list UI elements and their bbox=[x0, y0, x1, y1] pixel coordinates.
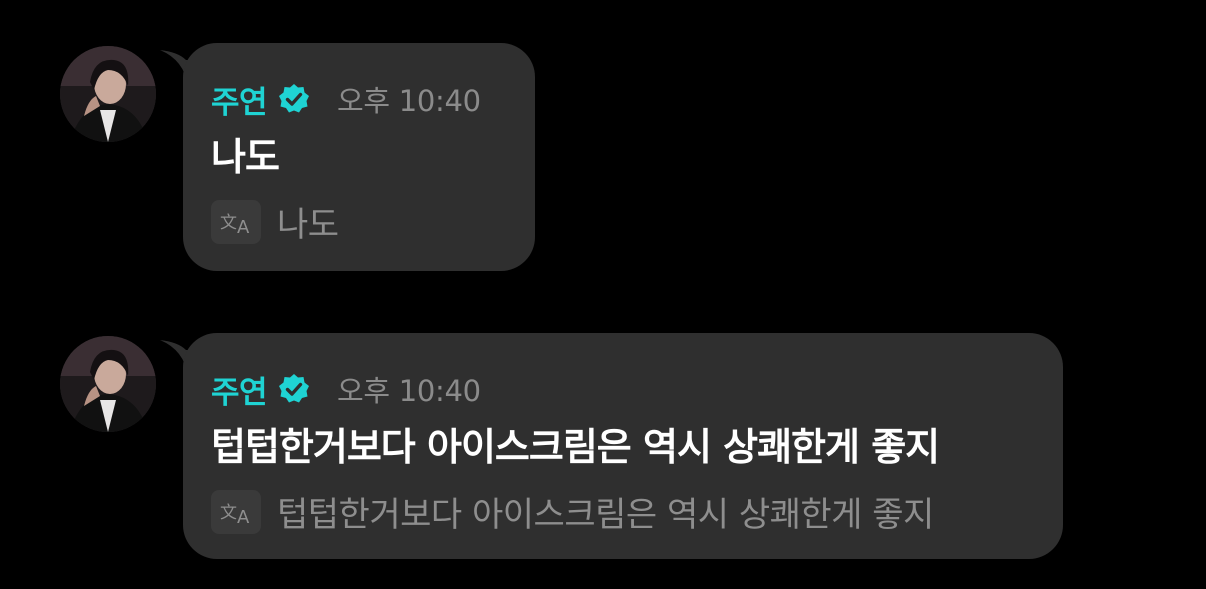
translate-icon[interactable]: 文 A bbox=[211, 489, 261, 534]
translate-icon[interactable]: 文 A bbox=[211, 199, 261, 244]
sender-name[interactable]: 주연 bbox=[211, 367, 268, 412]
sender-name[interactable]: 주연 bbox=[211, 77, 268, 122]
message-header: 주연 오후 10:40 bbox=[211, 77, 505, 122]
translation-row: 文 A 텁텁한거보다 아이스크림은 역시 상쾌한게 좋지 bbox=[211, 487, 1033, 536]
svg-text:文: 文 bbox=[220, 503, 237, 523]
translation-text: 나도 bbox=[277, 205, 339, 245]
verified-badge-icon bbox=[277, 372, 311, 406]
avatar[interactable] bbox=[60, 336, 156, 432]
timestamp: 오후 10:40 bbox=[337, 374, 481, 408]
message-text: 나도 bbox=[211, 135, 280, 179]
svg-text:A: A bbox=[237, 217, 250, 238]
translation-row: 文 A 나도 bbox=[211, 197, 505, 246]
message-header: 주연 오후 10:40 bbox=[211, 367, 1033, 412]
message-bubble[interactable]: 주연 오후 10:40 텁텁한거보다 아이스크림은 역시 상쾌한게 좋지 文 A bbox=[183, 333, 1063, 559]
avatar[interactable] bbox=[60, 46, 156, 142]
verified-badge-icon bbox=[277, 82, 311, 116]
svg-text:文: 文 bbox=[220, 213, 237, 233]
chat-thread: 주연 오후 10:40 나도 文 A 나도 주연 오후 10:40 텁텁한거보다… bbox=[0, 0, 1206, 589]
message-bubble[interactable]: 주연 오후 10:40 나도 文 A 나도 bbox=[183, 43, 535, 271]
svg-text:A: A bbox=[237, 507, 250, 528]
message-text: 텁텁한거보다 아이스크림은 역시 상쾌한게 좋지 bbox=[211, 425, 940, 469]
translation-text: 텁텁한거보다 아이스크림은 역시 상쾌한게 좋지 bbox=[277, 495, 934, 535]
timestamp: 오후 10:40 bbox=[337, 84, 481, 118]
